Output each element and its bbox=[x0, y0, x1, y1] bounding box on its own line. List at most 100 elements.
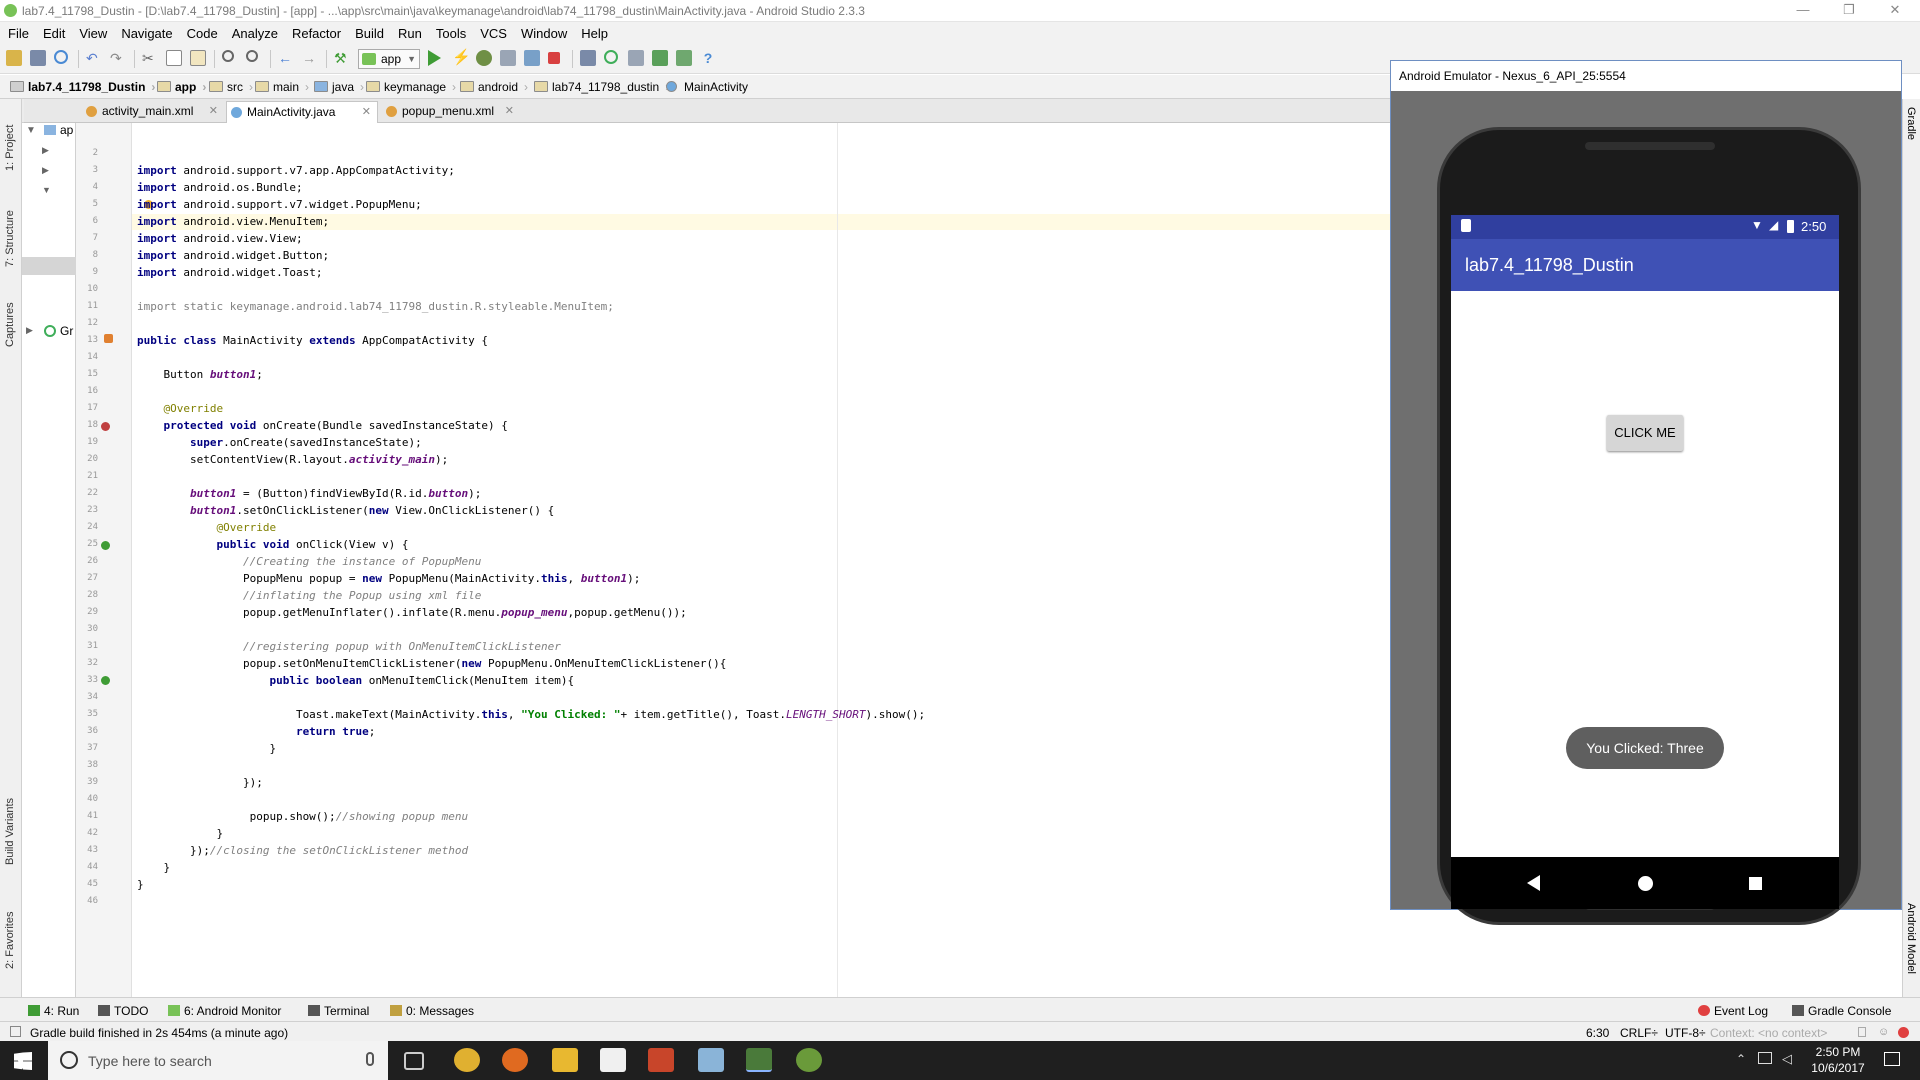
menu-view[interactable]: View bbox=[75, 22, 111, 41]
breadcrumb-java[interactable]: java › bbox=[312, 79, 364, 95]
breadcrumb-mainactivity[interactable]: MainActivity bbox=[664, 79, 748, 95]
forward-icon[interactable]: → bbox=[302, 50, 318, 66]
tool-project[interactable]: 1: Project bbox=[4, 125, 16, 171]
class-marker-icon[interactable] bbox=[104, 334, 113, 343]
breadcrumb-main[interactable]: main › bbox=[253, 79, 309, 95]
override-marker-icon[interactable] bbox=[101, 422, 110, 431]
tree-expand-icon[interactable]: ▼ bbox=[26, 125, 36, 136]
menu-run[interactable]: Run bbox=[394, 22, 426, 41]
tree-expand-icon[interactable]: ▼ bbox=[42, 185, 51, 195]
gradle-sync-icon[interactable] bbox=[604, 50, 618, 64]
breadcrumb-keymanage[interactable]: keymanage › bbox=[364, 79, 456, 95]
close-icon[interactable]: ✕ bbox=[505, 101, 514, 121]
implement-marker-icon[interactable] bbox=[101, 541, 110, 550]
tab-activity-main[interactable]: activity_main.xml ✕ bbox=[82, 101, 224, 123]
menu-file[interactable]: File bbox=[4, 22, 33, 41]
notifications-icon[interactable] bbox=[1884, 1052, 1900, 1066]
android-device-monitor-icon[interactable] bbox=[676, 50, 692, 66]
home-nav-icon[interactable] bbox=[1638, 876, 1653, 891]
save-icon[interactable] bbox=[30, 50, 46, 66]
tree-expand-icon[interactable]: ▶ bbox=[42, 165, 49, 176]
file-explorer-icon[interactable] bbox=[552, 1048, 578, 1072]
emulator-taskbar-icon[interactable] bbox=[796, 1048, 822, 1072]
tool-android-model[interactable]: Android Model bbox=[1905, 903, 1917, 974]
project-structure-icon[interactable] bbox=[580, 50, 596, 66]
line-separator[interactable]: CRLF÷ bbox=[1620, 1026, 1658, 1040]
breadcrumb-app[interactable]: app › bbox=[155, 79, 206, 95]
menu-edit[interactable]: Edit bbox=[39, 22, 69, 41]
recents-nav-icon[interactable] bbox=[1749, 877, 1762, 890]
gradle-scripts-label[interactable]: Gr bbox=[60, 324, 73, 338]
menu-tools[interactable]: Tools bbox=[432, 22, 470, 41]
menu-analyze[interactable]: Analyze bbox=[228, 22, 282, 41]
bottom-tool-terminal[interactable]: Terminal bbox=[308, 1004, 369, 1018]
click-me-button[interactable]: CLICK ME bbox=[1607, 415, 1683, 451]
make-project-icon[interactable]: ⚒ bbox=[334, 50, 350, 66]
tool-captures[interactable]: Captures bbox=[4, 302, 16, 347]
breadcrumb-project[interactable]: lab7.4_11798_Dustin › bbox=[8, 79, 155, 95]
network-icon[interactable] bbox=[1758, 1052, 1772, 1064]
bottom-tool-6-android-monitor[interactable]: 6: Android Monitor bbox=[168, 1004, 281, 1018]
notes-app-icon[interactable] bbox=[698, 1048, 724, 1072]
menu-refactor[interactable]: Refactor bbox=[288, 22, 345, 41]
run-config-select[interactable]: app ▼ bbox=[358, 49, 420, 69]
powerpoint-icon[interactable] bbox=[648, 1048, 674, 1072]
task-view-icon[interactable] bbox=[404, 1052, 424, 1070]
mail-icon[interactable] bbox=[600, 1048, 626, 1072]
attach-debugger-icon[interactable] bbox=[524, 50, 540, 66]
menu-help[interactable]: Help bbox=[577, 22, 612, 41]
profile-icon[interactable] bbox=[500, 50, 516, 66]
taskbar-date[interactable]: 10/6/2017 bbox=[1808, 1061, 1868, 1075]
toggle-tool-windows-icon[interactable] bbox=[10, 1026, 21, 1037]
microphone-icon[interactable] bbox=[366, 1052, 374, 1066]
copy-icon[interactable] bbox=[166, 50, 182, 66]
bottom-tool-todo[interactable]: TODO bbox=[98, 1004, 148, 1018]
chevron-up-icon[interactable]: ⌃ bbox=[1736, 1052, 1746, 1066]
close-button[interactable]: ✕ bbox=[1872, 0, 1918, 22]
cut-icon[interactable]: ✂ bbox=[142, 50, 158, 66]
taskbar-time[interactable]: 2:50 PM bbox=[1808, 1045, 1868, 1059]
tool-build-variants[interactable]: Build Variants bbox=[4, 798, 16, 865]
run-icon[interactable] bbox=[428, 50, 441, 66]
open-folder-icon[interactable] bbox=[6, 50, 22, 66]
replace-icon[interactable] bbox=[246, 50, 258, 62]
menu-code[interactable]: Code bbox=[183, 22, 222, 41]
sync-icon[interactable] bbox=[54, 50, 68, 64]
back-icon[interactable]: ← bbox=[278, 50, 294, 66]
avd-manager-icon[interactable] bbox=[628, 50, 644, 66]
undo-icon[interactable]: ↶ bbox=[86, 50, 102, 66]
menu-build[interactable]: Build bbox=[351, 22, 388, 41]
maximize-button[interactable]: ❐ bbox=[1826, 0, 1872, 22]
sdk-manager-icon[interactable] bbox=[652, 50, 668, 66]
menu-navigate[interactable]: Navigate bbox=[117, 22, 176, 41]
taskbar-search[interactable]: Type here to search bbox=[48, 1041, 388, 1080]
bottom-tool-gradle-console[interactable]: Gradle Console bbox=[1792, 1004, 1891, 1018]
back-nav-icon[interactable] bbox=[1527, 875, 1540, 891]
tree-root-label[interactable]: ap bbox=[60, 123, 73, 137]
android-studio-taskbar-icon[interactable] bbox=[746, 1048, 772, 1072]
paste-icon[interactable] bbox=[190, 50, 206, 66]
event-error-icon[interactable] bbox=[1898, 1027, 1909, 1038]
volume-icon[interactable]: ◁ bbox=[1782, 1051, 1792, 1067]
bottom-tool-0-messages[interactable]: 0: Messages bbox=[390, 1004, 474, 1018]
help-icon[interactable]: ? bbox=[700, 50, 716, 66]
firefox-icon[interactable] bbox=[502, 1048, 528, 1072]
breadcrumb-src[interactable]: src › bbox=[207, 79, 253, 95]
close-icon[interactable]: ✕ bbox=[362, 102, 371, 122]
tree-expand-icon[interactable]: ▶ bbox=[42, 145, 49, 156]
tree-expand-icon[interactable]: ▶ bbox=[26, 325, 33, 336]
tool-gradle[interactable]: Gradle bbox=[1905, 107, 1917, 140]
close-icon[interactable]: ✕ bbox=[209, 101, 218, 121]
emulator-title-bar[interactable]: Android Emulator - Nexus_6_API_25:5554 bbox=[1391, 61, 1901, 91]
bottom-tool-4-run[interactable]: 4: Run bbox=[28, 1004, 79, 1018]
minimize-button[interactable]: — bbox=[1780, 0, 1826, 22]
debug-icon[interactable] bbox=[476, 50, 492, 66]
chrome-icon[interactable] bbox=[454, 1048, 480, 1072]
windows-start-icon[interactable] bbox=[14, 1052, 32, 1070]
tab-popup-menu[interactable]: popup_menu.xml ✕ bbox=[382, 101, 520, 123]
context-indicator[interactable]: Context: <no context> bbox=[1710, 1026, 1827, 1040]
find-icon[interactable] bbox=[222, 50, 234, 62]
caret-position[interactable]: 6:30 bbox=[1586, 1026, 1609, 1040]
instant-run-icon[interactable]: ⚡ bbox=[452, 50, 471, 66]
tab-main-activity[interactable]: MainActivity.java ✕ bbox=[226, 101, 378, 123]
